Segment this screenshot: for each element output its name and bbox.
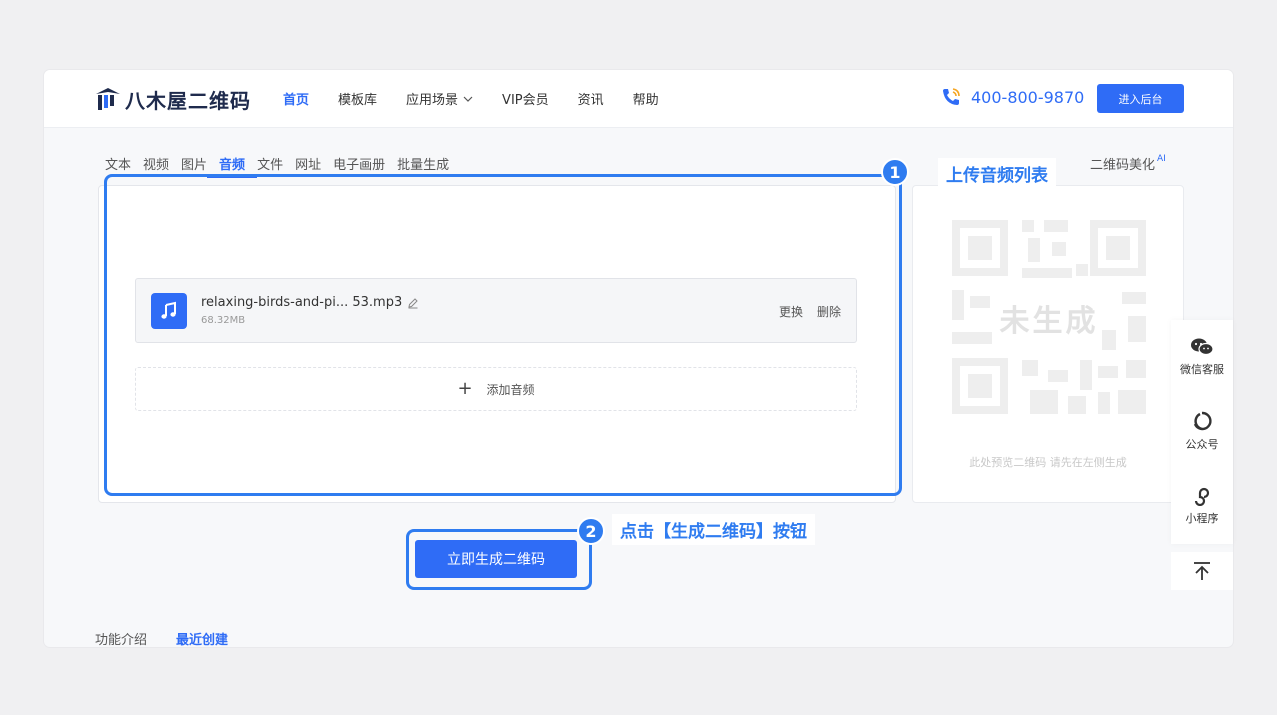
side-item-mini-label: 小程序 <box>1185 512 1219 525</box>
phone-number: 400-800-9870 <box>971 87 1085 107</box>
tab-audio[interactable]: 音频 <box>207 154 258 178</box>
nav-item-news[interactable]: 资讯 <box>578 89 604 108</box>
qr-preview-hint: 此处预览二维码 请先在左侧生成 <box>969 456 1127 469</box>
annotation-label-1: 上传音频列表 <box>938 158 1056 189</box>
annotation-box-generate <box>406 529 592 590</box>
mini-program-icon <box>1194 487 1210 506</box>
side-item-official-label: 公众号 <box>1185 438 1219 451</box>
tab-video[interactable]: 视频 <box>137 154 175 176</box>
nav-item-vip[interactable]: VIP会员 <box>502 89 549 108</box>
tab-features[interactable]: 功能介绍 <box>95 629 147 647</box>
top-header: 八木屋二维码 首页 模板库 应用场景 VIP会员 资讯 帮助 400-800-9… <box>44 70 1233 128</box>
tab-image[interactable]: 图片 <box>175 154 213 176</box>
annotation-box-upload <box>104 174 902 496</box>
main-nav: 首页 模板库 应用场景 VIP会员 资讯 帮助 <box>283 70 688 127</box>
brand-name: 八木屋二维码 <box>125 88 251 113</box>
chevron-down-icon <box>463 96 473 102</box>
side-item-official-account[interactable]: 公众号 <box>1171 394 1233 468</box>
qr-placeholder: 未生成 <box>952 220 1146 414</box>
tab-url[interactable]: 网址 <box>289 154 327 176</box>
qr-beautify-label: 二维码美化 <box>1090 158 1156 173</box>
nav-item-scenarios-label: 应用场景 <box>406 93 459 108</box>
official-account-icon <box>1193 411 1212 431</box>
qr-preview-panel: 未生成 此处预览二维码 请先在左侧生成 <box>912 185 1184 503</box>
nav-item-help[interactable]: 帮助 <box>633 89 659 108</box>
tab-text[interactable]: 文本 <box>105 154 137 176</box>
nav-item-templates[interactable]: 模板库 <box>338 89 377 108</box>
annotation-badge-1: 1 <box>881 158 909 186</box>
nav-item-home[interactable]: 首页 <box>283 89 309 108</box>
brand-logo[interactable]: 八木屋二维码 <box>95 84 251 114</box>
wechat-icon <box>1191 338 1214 356</box>
phone-contact: 400-800-9870 <box>940 86 1084 108</box>
phone-icon <box>943 88 960 105</box>
side-item-wechat-label: 微信客服 <box>1180 363 1224 376</box>
tab-batch[interactable]: 批量生成 <box>391 154 455 176</box>
side-bar-group: 微信客服 公众号 小程序 <box>1171 320 1233 544</box>
qr-beautify-tab[interactable]: 二维码美化 AI <box>1090 154 1166 173</box>
side-item-mini-program[interactable]: 小程序 <box>1171 468 1233 542</box>
qr-not-generated-label: 未生成 <box>999 304 1099 339</box>
floating-side-bar: 微信客服 公众号 小程序 <box>1171 320 1233 590</box>
tab-album[interactable]: 电子画册 <box>327 154 391 176</box>
nav-item-scenarios[interactable]: 应用场景 <box>406 89 473 108</box>
arrow-up-icon <box>1194 562 1210 580</box>
ai-badge: AI <box>1157 154 1166 164</box>
back-to-top-button[interactable] <box>1171 552 1233 590</box>
tab-recent[interactable]: 最近创建 <box>176 629 228 647</box>
logo-icon <box>96 88 120 110</box>
side-item-wechat-service[interactable]: 微信客服 <box>1171 320 1233 394</box>
annotation-badge-2: 2 <box>577 517 605 545</box>
annotation-label-2: 点击【生成二维码】按钮 <box>612 514 815 545</box>
tab-file[interactable]: 文件 <box>251 154 289 176</box>
bottom-tabs: 功能介绍 最近创建 <box>95 629 257 647</box>
admin-button[interactable]: 进入后台 <box>1097 84 1184 113</box>
